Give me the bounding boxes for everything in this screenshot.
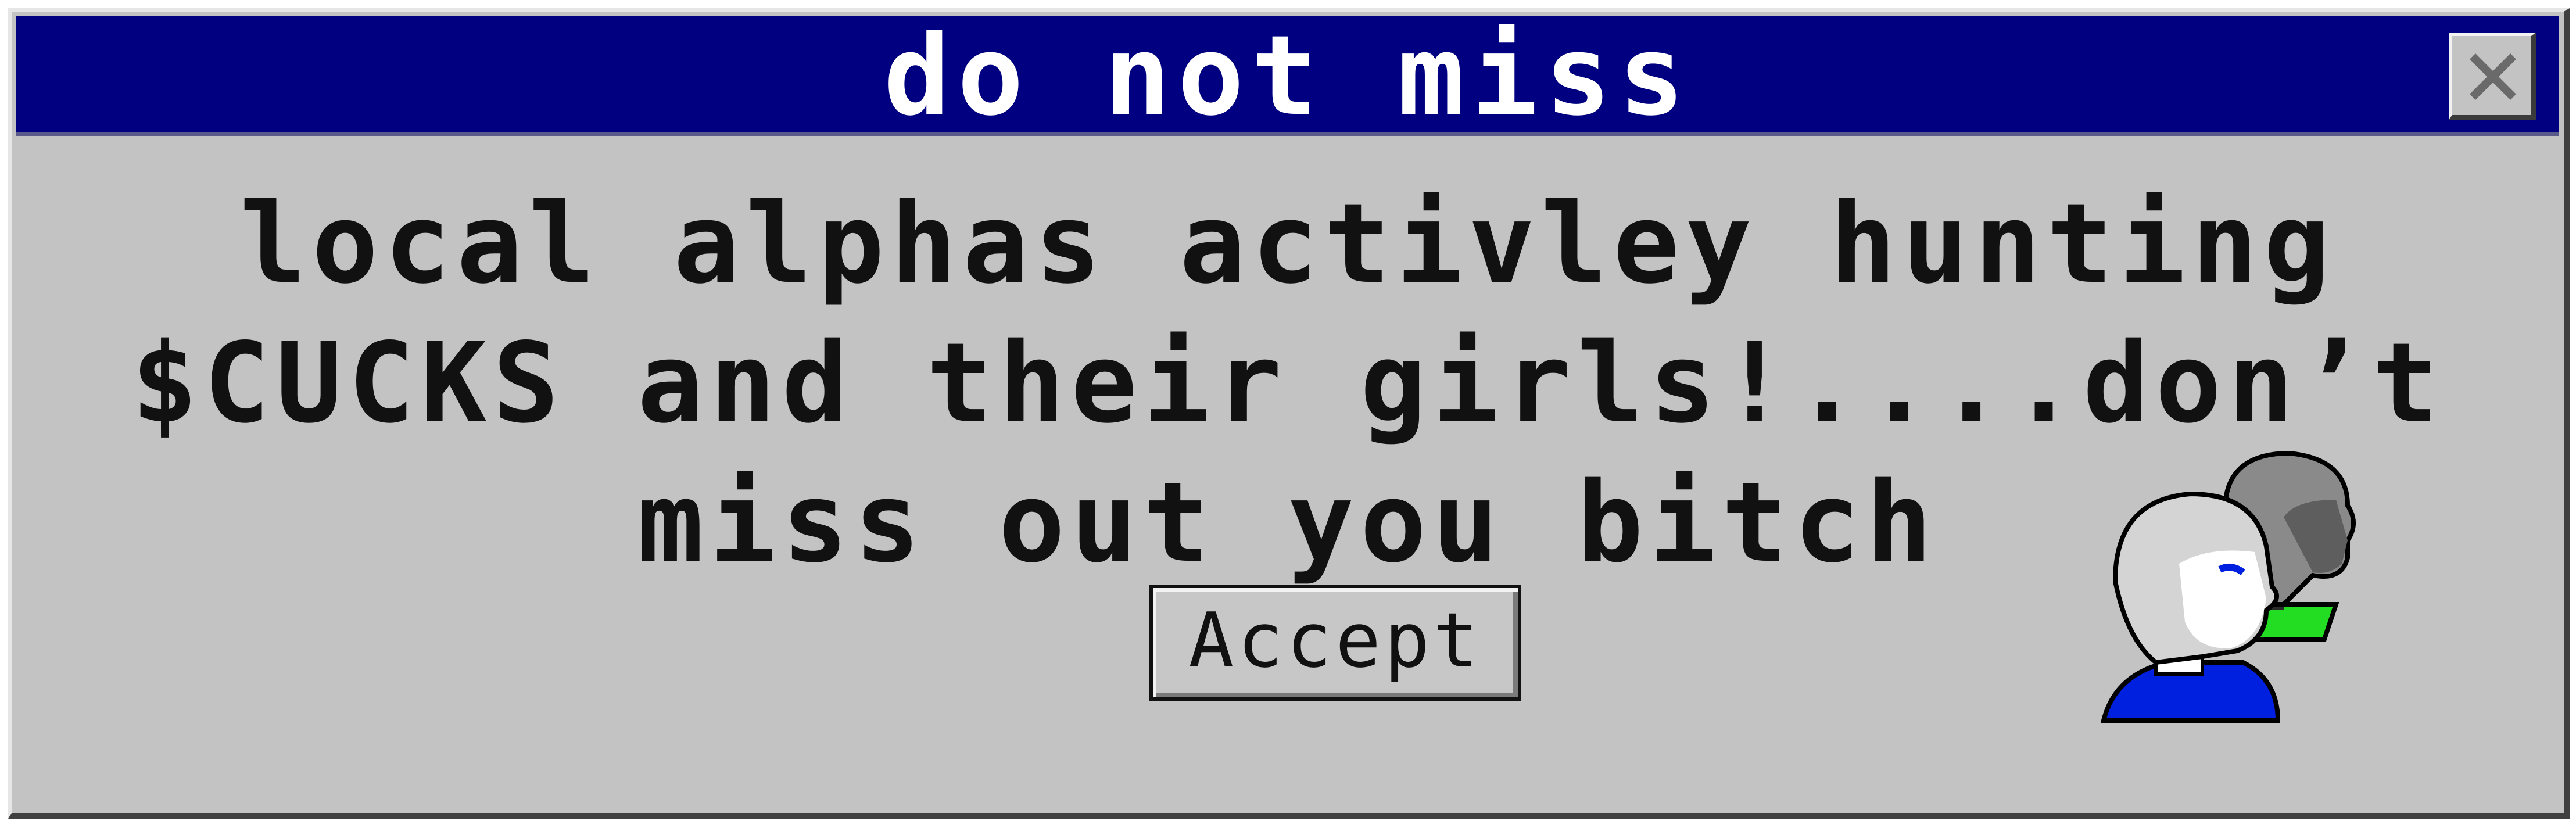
- close-icon: [2470, 53, 2516, 100]
- title-bar[interactable]: do not miss: [16, 16, 2559, 136]
- dialog-window: do not miss local alphas activley huntin…: [8, 8, 2570, 819]
- window-title: do not miss: [883, 12, 1692, 140]
- accept-button[interactable]: Accept: [1149, 585, 1521, 701]
- close-button[interactable]: [2449, 33, 2536, 120]
- users-icon: [2100, 450, 2356, 723]
